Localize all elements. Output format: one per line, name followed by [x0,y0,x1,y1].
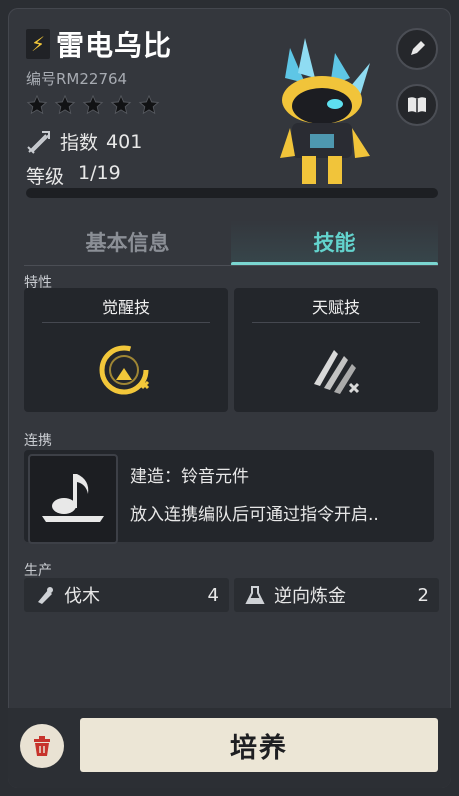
level-value: 1/19 [78,162,121,184]
pencil-icon [411,41,425,55]
production-item-alchemy[interactable]: 逆向炼金 2 [234,578,439,612]
title-row: ⚡ 雷电乌比 [26,24,172,64]
creature-portrait [280,38,370,184]
level-progress-bar [26,188,438,198]
star-icon [26,94,48,115]
creature-name: 雷电乌比 [56,29,173,62]
link-icon-box [28,454,118,544]
link-card[interactable]: 建造：铃音元件 放入连携编队后可通过指令开启.. [24,450,434,544]
production-name: 逆向炼金 [274,586,346,607]
flask-icon [245,586,265,604]
swords-icon [27,130,50,154]
release-button[interactable] [20,724,64,768]
production-level: 4 [207,584,219,606]
index-label: 指数 [60,132,99,154]
star-icon [138,94,160,115]
creature-detail-panel: ⚡ 雷电乌比 编号RM22764 指数 401 等级 1/19 基本信息 技能 … [8,8,451,788]
train-button[interactable]: 培养 [80,718,438,772]
production-label: 生产 [24,563,52,579]
tab-divider [24,265,438,266]
link-label: 连携 [24,433,52,449]
index-value: 401 [106,130,143,153]
tab-skills[interactable]: 技能 [231,220,438,266]
production-level: 2 [417,584,429,606]
edit-button[interactable] [396,28,438,70]
production-item-logging[interactable]: 伐木 4 [24,578,229,612]
talent-skill-icon [314,350,360,394]
link-skill-name: 建造：铃音元件 [130,467,249,487]
awakening-skill-card[interactable]: 觉醒技 [24,288,228,412]
trash-icon [34,736,50,756]
awakening-skill-icon [99,345,150,395]
star-rating [26,94,160,116]
index-row: 指数 401 [26,128,142,155]
star-icon [110,94,132,115]
book-button[interactable] [396,84,438,126]
book-icon [408,97,426,113]
skill-divider [42,322,210,323]
creature-code: 编号RM22764 [26,70,128,88]
link-skill-desc: 放入连携编队后可通过指令开启.. [130,505,379,525]
awakening-skill-title: 觉醒技 [101,298,150,317]
tab-basic-info[interactable]: 基本信息 [24,220,231,264]
talent-skill-title: 天赋技 [311,298,360,317]
star-icon [82,94,104,115]
music-note-icon [42,474,104,522]
level-row: 等级 1/19 [26,162,121,189]
level-label: 等级 [26,166,65,188]
tab-bar: 基本信息 技能 [24,220,438,266]
talent-skill-card[interactable]: 天赋技 [234,288,438,412]
logging-icon [38,587,53,604]
production-name: 伐木 [64,586,100,607]
electric-element-icon: ⚡ [26,29,50,59]
star-icon [54,94,76,115]
skill-divider [252,322,420,323]
